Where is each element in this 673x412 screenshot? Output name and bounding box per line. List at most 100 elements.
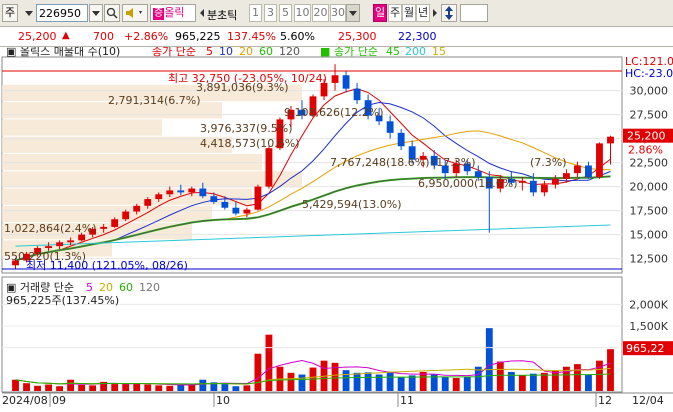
speaker-icon <box>126 8 142 18</box>
ma-legend-period: 60 <box>259 47 273 58</box>
candle-body <box>67 240 75 243</box>
profile-annotation: 3,891,036(9.3%) <box>196 81 289 94</box>
period-1-button[interactable]: 1 <box>249 4 262 22</box>
candle-body <box>540 184 548 193</box>
x-axis-label: 12/04 <box>632 394 664 407</box>
volume-bar <box>353 372 361 391</box>
volume-bar <box>331 362 339 391</box>
y-tick-label: 30,000 <box>630 85 669 98</box>
volume-bar <box>298 374 306 391</box>
volume-legend-title: ▣ 거래량 단순 <box>6 281 74 294</box>
candle-body <box>45 246 52 249</box>
volume-bar <box>485 328 493 391</box>
volume-bar <box>441 377 449 391</box>
candle-body <box>111 219 119 227</box>
stock-name-box[interactable]: 증올릭 <box>150 4 196 22</box>
code-dropdown-button[interactable] <box>89 4 103 22</box>
week-tab[interactable]: 주 <box>388 4 402 22</box>
volume-text: 965,225주(137.45%) <box>6 294 119 307</box>
x-axis-label: 12 <box>598 394 612 407</box>
candle-body <box>144 199 152 206</box>
search-button[interactable] <box>104 4 120 22</box>
period-20-button[interactable]: 20 <box>312 4 329 22</box>
ma2-legend-label: 종가 단순 <box>334 47 378 58</box>
profile-bar <box>2 153 262 171</box>
candle-body <box>78 234 86 241</box>
ma-legend-period: 20 <box>239 47 253 58</box>
period-5-button[interactable]: 5 <box>279 4 292 22</box>
volume-legend-period: 5 <box>86 281 93 294</box>
period-30-button[interactable]: 30 <box>330 4 346 22</box>
candle-body <box>353 88 361 101</box>
prev-icon[interactable] <box>199 4 205 22</box>
low-price: 22,300 <box>398 30 437 43</box>
period-10-button[interactable]: 10 <box>294 4 311 22</box>
chart-area[interactable]: 30,00027,50025,00022,50020,00017,50015,0… <box>0 45 673 409</box>
candle-body <box>585 165 592 177</box>
ma-legend-period: 5 <box>206 47 213 58</box>
market-select[interactable]: 주 <box>2 4 18 22</box>
price-legend-title: ▣ 올릭스 매물대 수(10) <box>6 47 120 58</box>
toolbar: 주 증올릭 분초틱 1 3 5 10 20 30 일 주 월 년 <box>0 0 673 27</box>
candle-body <box>342 75 350 89</box>
volume-bar <box>364 372 372 391</box>
period-dropdown[interactable] <box>346 4 360 22</box>
profile-annotation: 6,950,000(16.6%) <box>418 177 518 190</box>
sound-button[interactable] <box>122 4 148 22</box>
y-tick-label: 12,500 <box>630 253 669 266</box>
year-tab[interactable]: 년 <box>416 4 430 22</box>
profile-annotation: 5,429,594(13.0%) <box>302 198 402 211</box>
volume-bar <box>419 371 427 391</box>
high-price: 25,300 <box>338 30 377 43</box>
volume-bar <box>12 379 19 391</box>
candle-body <box>518 180 526 183</box>
current-price: 25,200 <box>18 30 57 43</box>
next-icon[interactable] <box>431 4 439 22</box>
volume-bar <box>496 361 504 391</box>
current-pct-label: 2.86% <box>628 144 663 157</box>
period-3-button[interactable]: 3 <box>264 4 277 22</box>
day-tab[interactable]: 일 <box>373 4 387 22</box>
profile-annotation: (17.3%) <box>432 156 476 169</box>
volume-bar <box>386 371 394 391</box>
profile-annotation: 2,791,314(6.7%) <box>108 94 201 107</box>
volume-bar <box>265 334 273 391</box>
ma-legend-label: 종가 단순 <box>152 47 196 58</box>
volume-legend-period: 20 <box>99 281 113 294</box>
volume-bar <box>177 384 185 391</box>
candle-body <box>529 180 537 193</box>
volume-bar <box>585 374 592 391</box>
volume-bar <box>155 385 163 391</box>
market-dropdown-icon[interactable] <box>22 4 36 22</box>
volume-bar <box>232 386 240 391</box>
month-tab[interactable]: 월 <box>402 4 416 22</box>
candle-body <box>254 186 262 210</box>
blank-input[interactable] <box>460 4 488 22</box>
profile-bar <box>2 136 232 153</box>
ma2-legend-marker: ■ <box>320 47 330 58</box>
volume-bar <box>607 349 614 391</box>
stock-code-input[interactable] <box>36 4 88 22</box>
hc-label: HC:-23.0 <box>625 67 673 80</box>
candle-body <box>100 226 108 229</box>
stock-name: 올릭 <box>164 6 185 19</box>
x-axis-label: 2024/08 <box>2 394 48 407</box>
volume-bar <box>56 386 63 391</box>
candle-body <box>397 132 405 147</box>
up-down-arrow-icon <box>445 6 453 20</box>
up-down-button[interactable] <box>441 4 457 22</box>
y-tick-label: 17,500 <box>630 205 669 218</box>
volume-legend-period: 120 <box>139 281 160 294</box>
quote-bar: 25,200 ▲ 700 +2.86% 965,225 137.45% 5.60… <box>0 27 673 47</box>
market-label: 주 <box>4 6 16 19</box>
search-icon <box>106 7 118 19</box>
volume-bar <box>34 385 41 391</box>
ma2-legend-period: 200 <box>405 47 426 58</box>
profile-annotation: 9,108,626(12.2%) <box>284 106 384 119</box>
volume-bar <box>529 373 537 391</box>
candle-body <box>177 190 185 193</box>
profile-bar <box>2 171 302 188</box>
price-chart[interactable]: 30,00027,50025,00022,50020,00017,50015,0… <box>0 45 673 409</box>
current-volume-label: 965,22 <box>626 342 665 355</box>
tick-mode-label[interactable]: 분초틱 <box>207 7 237 23</box>
